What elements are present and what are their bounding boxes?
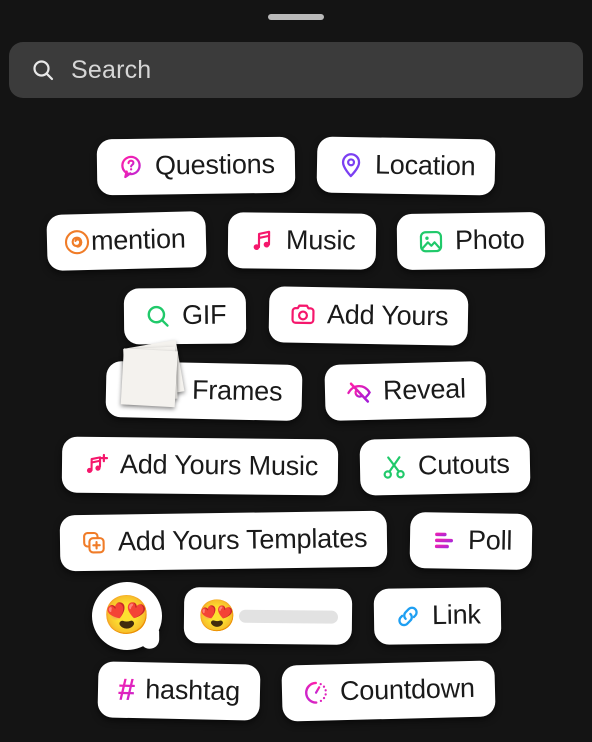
sticker-label: Add Yours bbox=[326, 298, 449, 331]
sticker-photo[interactable]: Photo bbox=[396, 211, 546, 270]
eye-slash-icon bbox=[344, 377, 373, 406]
photo-icon bbox=[417, 227, 445, 255]
sticker-row: # hashtag Countdown bbox=[0, 653, 592, 728]
sticker-gif[interactable]: GIF bbox=[123, 286, 247, 345]
sticker-label: Cutouts bbox=[417, 447, 511, 480]
sticker-location[interactable]: Location bbox=[316, 135, 496, 196]
emoji-slider-icon: 😍 bbox=[197, 597, 237, 633]
sticker-label: Poll bbox=[467, 523, 513, 555]
sticker-row: Frames Reveal bbox=[0, 339, 592, 428]
sticker-row: Add Yours Templates Poll bbox=[0, 503, 592, 578]
gif-search-icon bbox=[144, 302, 172, 330]
poll-bars-icon bbox=[429, 526, 457, 554]
sticker-hashtag[interactable]: # hashtag bbox=[97, 660, 261, 721]
sticker-label: Add Yours Music bbox=[119, 448, 319, 481]
sticker-row: 😍 😍 Link bbox=[0, 578, 592, 653]
sticker-add-yours-templates[interactable]: Add Yours Templates bbox=[59, 510, 388, 571]
sticker-countdown[interactable]: Countdown bbox=[280, 659, 496, 722]
sheet-grabber-handle[interactable] bbox=[0, 0, 592, 34]
sticker-frames[interactable]: Frames bbox=[105, 339, 304, 421]
sticker-row: GIF Add Yours bbox=[0, 278, 592, 353]
hashtag-icon: # bbox=[117, 670, 136, 707]
sticker-tray: Search Questions Location mention Music … bbox=[0, 0, 592, 742]
sticker-label: mention bbox=[90, 222, 187, 255]
sticker-label: Frames bbox=[192, 373, 284, 406]
sticker-label: Photo bbox=[455, 223, 526, 255]
question-bubble-icon bbox=[117, 152, 145, 180]
search-icon bbox=[31, 58, 55, 82]
sticker-row: Questions Location bbox=[0, 128, 592, 203]
scissors-icon bbox=[380, 452, 409, 481]
link-chain-icon bbox=[393, 602, 421, 630]
music-note-plus-icon bbox=[82, 450, 110, 478]
sticker-row: Add Yours Music Cutouts bbox=[0, 428, 592, 503]
sticker-questions[interactable]: Questions bbox=[96, 136, 296, 195]
countdown-timer-icon bbox=[301, 678, 330, 707]
sticker-cutouts[interactable]: Cutouts bbox=[359, 435, 531, 496]
sticker-reveal[interactable]: Reveal bbox=[324, 360, 487, 421]
sticker-poll[interactable]: Poll bbox=[409, 511, 533, 570]
polaroid-photo-icon bbox=[121, 339, 187, 407]
camera-icon bbox=[288, 300, 316, 328]
grabber-bar[interactable] bbox=[268, 14, 324, 20]
sticker-label: GIF bbox=[181, 298, 227, 330]
sticker-label: Questions bbox=[154, 147, 275, 180]
sticker-label: Reveal bbox=[382, 372, 466, 405]
emoji-reaction-icon: 😍 bbox=[102, 594, 151, 637]
sticker-label: Location bbox=[374, 148, 476, 181]
sticker-emoji-slider[interactable]: 😍 bbox=[183, 586, 352, 645]
sticker-label: hashtag bbox=[144, 673, 240, 706]
sticker-add-yours[interactable]: Add Yours bbox=[268, 285, 469, 346]
sticker-emoji-reaction[interactable]: 😍 bbox=[91, 581, 162, 650]
templates-plus-icon bbox=[80, 528, 108, 556]
sticker-row: mention Music Photo bbox=[0, 203, 592, 278]
sticker-music[interactable]: Music bbox=[227, 211, 376, 270]
sticker-add-yours-music[interactable]: Add Yours Music bbox=[61, 436, 339, 495]
threads-at-icon bbox=[63, 227, 92, 256]
sticker-link[interactable]: Link bbox=[373, 586, 501, 645]
emoji-slider-track[interactable] bbox=[238, 608, 338, 623]
map-pin-icon bbox=[336, 150, 364, 178]
search-input[interactable]: Search bbox=[9, 42, 583, 98]
sticker-label: Link bbox=[431, 598, 481, 630]
sticker-mention[interactable]: mention bbox=[46, 210, 207, 271]
music-note-icon bbox=[248, 226, 276, 254]
sticker-label: Countdown bbox=[339, 671, 475, 706]
search-placeholder: Search bbox=[71, 55, 152, 84]
sticker-label: Add Yours Templates bbox=[117, 521, 368, 556]
sticker-label: Music bbox=[285, 223, 356, 255]
sticker-grid: Questions Location mention Music Photo G… bbox=[0, 128, 592, 728]
